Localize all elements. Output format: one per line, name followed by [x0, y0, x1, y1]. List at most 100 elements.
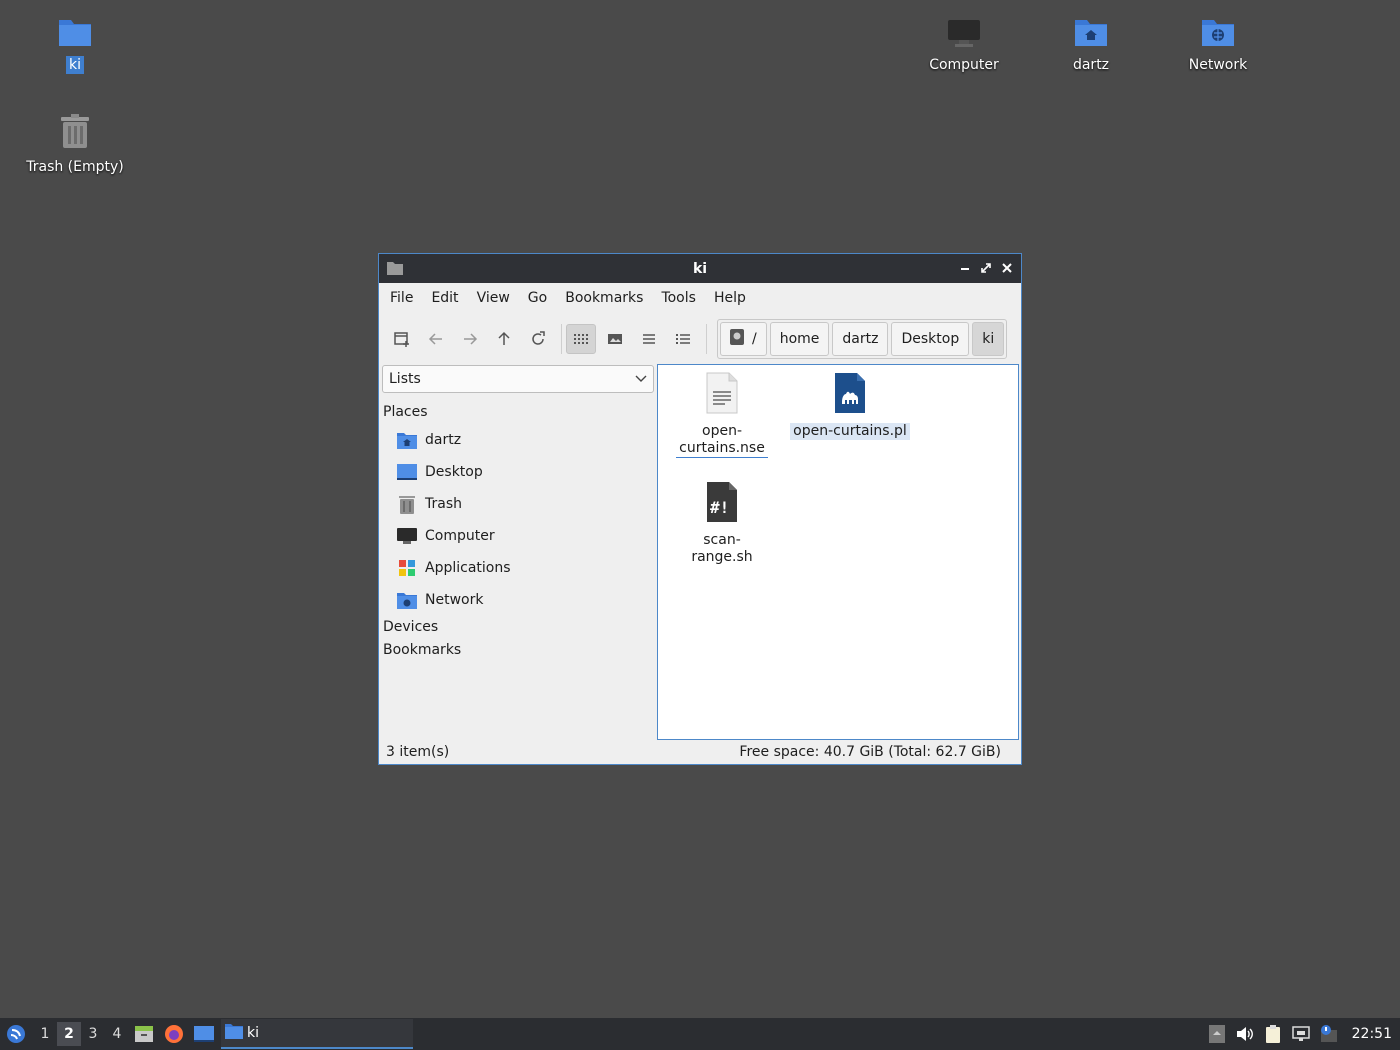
bookmarks-header[interactable]: Bookmarks [383, 639, 654, 662]
breadcrumb-root[interactable]: / [720, 322, 767, 356]
chevron-down-icon [635, 371, 647, 387]
back-button[interactable] [421, 324, 451, 354]
desktop-icon-trash[interactable]: Trash (Empty) [15, 114, 135, 176]
volume-button[interactable] [1234, 1023, 1256, 1045]
app-menu-button[interactable] [0, 1018, 32, 1050]
sidebar-item-applications[interactable]: Applications [381, 552, 654, 584]
sidebar-mode-value: Lists [389, 371, 421, 387]
desktop-icon-label: Network [1188, 57, 1248, 73]
clipboard-button[interactable] [1262, 1023, 1284, 1045]
home-folder-icon [397, 430, 417, 450]
sidebar-item-label: Network [425, 592, 484, 608]
taskbar: 1 2 3 4 ki 22:51 [0, 1018, 1400, 1050]
close-button[interactable] [998, 259, 1015, 277]
forward-button[interactable] [455, 324, 485, 354]
task-button-ki[interactable]: ki [221, 1019, 413, 1049]
menu-edit[interactable]: Edit [424, 283, 465, 313]
menu-tools[interactable]: Tools [654, 283, 703, 313]
network-folder-icon [397, 590, 417, 610]
minimize-button[interactable] [956, 259, 973, 277]
folder-icon [57, 16, 93, 52]
item-count: 3 item(s) [386, 744, 450, 760]
chevron-up-icon [1208, 1025, 1225, 1043]
file-item[interactable]: open- curtains.nse [676, 372, 768, 458]
desktop-icon-computer[interactable]: Computer [904, 18, 1024, 74]
menu-help[interactable]: Help [707, 283, 753, 313]
breadcrumb-home[interactable]: home [769, 322, 830, 356]
new-tab-button[interactable] [387, 324, 417, 354]
sidebar-item-trash[interactable]: Trash [381, 488, 654, 520]
perl-script-icon [833, 372, 867, 419]
maximize-button[interactable] [977, 259, 994, 277]
sidebar-item-network[interactable]: Network [381, 584, 654, 616]
launcher-file-manager[interactable] [129, 1019, 159, 1049]
computer-icon [947, 18, 981, 52]
notifications-button[interactable] [1318, 1023, 1340, 1045]
tray-expand-button[interactable] [1206, 1023, 1228, 1045]
network-folder-icon [1200, 16, 1236, 52]
svg-text:#!: #! [710, 498, 729, 517]
icon-view-button[interactable] [566, 324, 596, 354]
grid-icon [574, 334, 588, 344]
thumbnail-view-button[interactable] [600, 324, 630, 354]
desktop-icon-dartz[interactable]: dartz [1031, 16, 1151, 74]
workspace-2[interactable]: 2 [57, 1022, 81, 1046]
desktop-icon-label: Computer [929, 57, 999, 73]
file-name: open- curtains.nse [676, 423, 768, 458]
sidebar-item-computer[interactable]: Computer [381, 520, 654, 552]
arrow-right-icon [464, 333, 478, 345]
breadcrumb-desktop[interactable]: Desktop [891, 322, 970, 356]
desktop-icon-ki[interactable]: ki [15, 16, 135, 74]
desktop-icon [397, 462, 417, 482]
network-button[interactable] [1290, 1023, 1312, 1045]
system-tray: 22:51 [1206, 1018, 1400, 1050]
sidebar-mode-select[interactable]: Lists [382, 365, 654, 393]
up-button[interactable] [489, 324, 519, 354]
sidebar-item-label: Desktop [425, 464, 483, 480]
menu-bookmarks[interactable]: Bookmarks [558, 283, 650, 313]
places-header[interactable]: Places [383, 401, 654, 424]
workspace-4[interactable]: 4 [105, 1022, 129, 1046]
breadcrumb-ki[interactable]: ki [972, 322, 1005, 356]
launcher-firefox[interactable] [159, 1019, 189, 1049]
compact-view-button[interactable] [634, 324, 664, 354]
trash-icon [397, 494, 417, 514]
free-space: Free space: 40.7 GiB (Total: 62.7 GiB) [739, 744, 1001, 760]
workspace-3[interactable]: 3 [81, 1022, 105, 1046]
breadcrumb-dartz[interactable]: dartz [832, 322, 889, 356]
menu-view[interactable]: View [470, 283, 517, 313]
menu-file[interactable]: File [383, 283, 420, 313]
sidebar-item-dartz[interactable]: dartz [381, 424, 654, 456]
desktop-icon [194, 1026, 214, 1042]
desktop-icon-label: dartz [1072, 57, 1110, 73]
firefox-icon [165, 1025, 183, 1043]
menu-go[interactable]: Go [521, 283, 554, 313]
desktop-icon-network[interactable]: Network [1158, 16, 1278, 74]
detailed-list-icon [676, 334, 690, 344]
clock[interactable]: 22:51 [1352, 1026, 1392, 1042]
sidebar-item-label: dartz [425, 432, 462, 448]
launcher-show-desktop[interactable] [189, 1019, 219, 1049]
file-manager-window[interactable]: ki File Edit View Go Bookmarks Tools Hel… [378, 253, 1022, 765]
file-item[interactable]: open-curtains.pl [790, 372, 910, 440]
task-label: ki [247, 1025, 259, 1041]
file-item[interactable]: #! scan-range.sh [670, 481, 774, 566]
file-name: scan-range.sh [691, 532, 753, 565]
new-tab-icon [394, 332, 409, 347]
desktop-icon-label: ki [66, 56, 84, 74]
breadcrumb-label: / [752, 331, 757, 347]
reload-button[interactable] [523, 324, 553, 354]
file-view[interactable]: open- curtains.nse open-curtains.pl #! s… [657, 364, 1019, 740]
window-titlebar[interactable]: ki [379, 254, 1021, 283]
window-title: ki [692, 260, 708, 277]
sidebar-item-label: Trash [425, 496, 462, 512]
devices-header[interactable]: Devices [383, 616, 654, 639]
detailed-view-button[interactable] [668, 324, 698, 354]
clipboard-icon [1265, 1025, 1280, 1043]
folder-icon [387, 261, 403, 279]
menu-bar: File Edit View Go Bookmarks Tools Help [379, 283, 1021, 313]
workspace-1[interactable]: 1 [33, 1022, 57, 1046]
speaker-icon [1236, 1027, 1253, 1041]
sidebar-item-desktop[interactable]: Desktop [381, 456, 654, 488]
sidebar-item-label: Computer [425, 528, 495, 544]
